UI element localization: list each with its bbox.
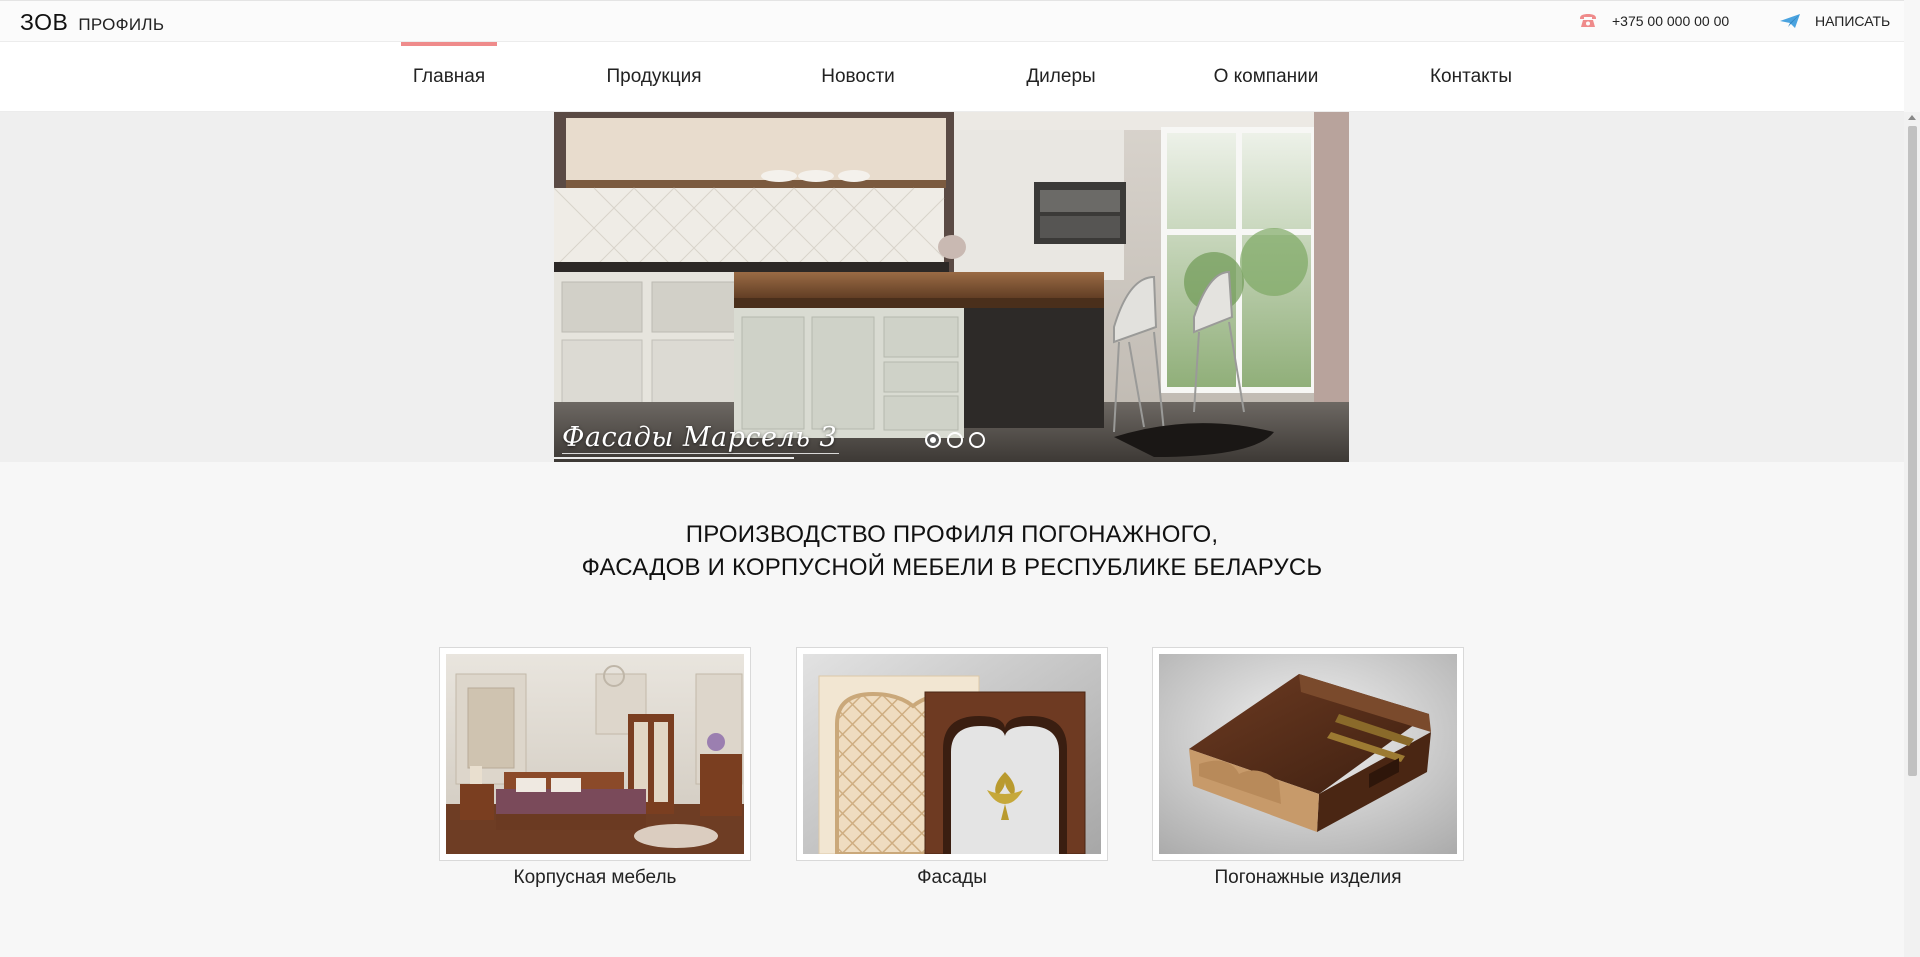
slider-dot-2[interactable]	[947, 432, 963, 448]
paper-plane-icon	[1779, 13, 1801, 29]
nav-item-products[interactable]: Продукция	[594, 42, 714, 112]
category-card-facades: Фасады	[796, 647, 1108, 889]
scroll-thumb[interactable]	[1908, 126, 1917, 776]
hero-slider: Фасады Марсель 3	[0, 112, 1904, 462]
category-card-moldings: Погонажные изделия	[1152, 647, 1464, 889]
category-image-furniture[interactable]	[439, 647, 751, 861]
nav-item-label: О компании	[1213, 66, 1319, 87]
nav-item-about[interactable]: О компании	[1202, 42, 1330, 112]
scroll-up-arrow-icon[interactable]	[1908, 115, 1916, 120]
slider-dots	[925, 432, 985, 448]
phone-contact[interactable]: +375 00 000 00 00	[1578, 13, 1729, 29]
page-scrollbar[interactable]	[1904, 112, 1920, 957]
headline-line-2: ФАСАДОВ И КОРПУСНОЙ МЕБЕЛИ В РЕСПУБЛИКЕ …	[581, 554, 1323, 581]
phone-number: +375 00 000 00 00	[1612, 13, 1730, 29]
nav-item-label: Контакты	[1429, 66, 1513, 87]
nav-item-label: Главная	[412, 66, 486, 87]
category-card-furniture: Корпусная мебель	[439, 647, 751, 889]
logo[interactable]: ЗОВ ПРОФИЛЬ	[20, 9, 164, 36]
category-label[interactable]: Корпусная мебель	[439, 867, 751, 889]
nav-item-home[interactable]: Главная	[401, 42, 497, 112]
category-image-facades[interactable]	[796, 647, 1108, 861]
slide-caption: Фасады Марсель 3	[562, 422, 840, 454]
nav-item-label: Дилеры	[1026, 66, 1096, 87]
slider-dot-3[interactable]	[969, 432, 985, 448]
slider-dot-1[interactable]	[925, 432, 941, 448]
logo-main-text: ЗОВ	[20, 9, 69, 35]
nav-item-news[interactable]: Новости	[807, 42, 909, 112]
category-label[interactable]: Фасады	[796, 867, 1108, 889]
top-bar: ЗОВ ПРОФИЛЬ +375 00 000 00 00 НАПИСАТЬ	[0, 0, 1904, 42]
write-button[interactable]: НАПИСАТЬ	[1779, 13, 1890, 29]
category-image-moldings[interactable]	[1152, 647, 1464, 861]
nav-item-dealers[interactable]: Дилеры	[1012, 42, 1110, 112]
write-label: НАПИСАТЬ	[1815, 13, 1891, 29]
slide-image[interactable]: Фасады Марсель 3	[554, 112, 1349, 462]
logo-sub-text: ПРОФИЛЬ	[78, 15, 165, 34]
phone-icon	[1578, 13, 1598, 29]
headline-line-1: ПРОИЗВОДСТВО ПРОФИЛЯ ПОГОНАЖНОГО,	[685, 521, 1219, 548]
category-label[interactable]: Погонажные изделия	[1152, 867, 1464, 889]
main-nav: Главная Продукция Новости Дилеры О компа…	[0, 42, 1904, 112]
page-headline: ПРОИЗВОДСТВО ПРОФИЛЯ ПОГОНАЖНОГО, ФАСАДО…	[0, 518, 1904, 584]
nav-item-label: Новости	[821, 66, 895, 87]
nav-item-contacts[interactable]: Контакты	[1419, 42, 1523, 112]
nav-item-label: Продукция	[606, 66, 702, 87]
